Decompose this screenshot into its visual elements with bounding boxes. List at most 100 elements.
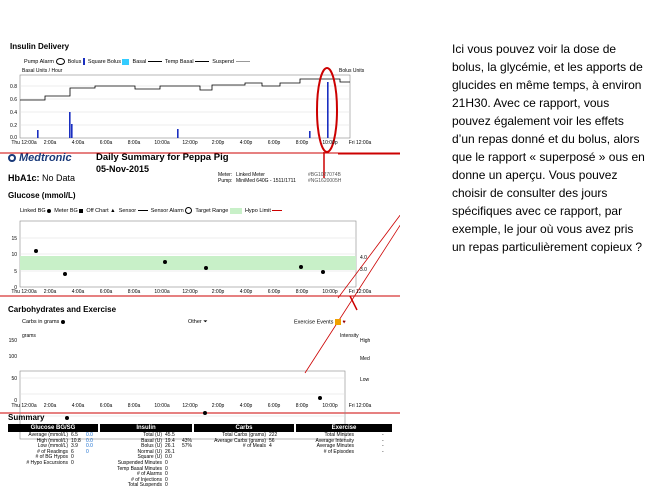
hypo-limit-label: Hypo Limit [244, 207, 271, 214]
annotation-text: Ici vous pouvez voir la dose de bolus, l… [452, 42, 645, 254]
table-row: # Hypo Excursions 0 [8, 459, 93, 467]
x-tick: 2:00a [43, 289, 57, 295]
carbs-grid [20, 377, 345, 417]
x-tick: 10:00p [322, 289, 338, 295]
bolus-bar [71, 124, 73, 138]
x-tick: 2:00p [211, 403, 225, 409]
annotation-arrow [337, 214, 400, 299]
heart-icon: ♥ [342, 319, 346, 326]
x-tick: Fri 12:00a [348, 289, 372, 295]
bolus-bar [327, 82, 329, 138]
x-tick: 10:00p [322, 403, 338, 409]
insulin-summary-header: Insulin [100, 424, 192, 432]
carb-point [318, 396, 322, 400]
x-tick: 12:00p [182, 140, 198, 146]
stat-label: Total Suspends [127, 482, 162, 489]
x-tick: 4:00a [71, 289, 85, 295]
x-tick: 4:00p [239, 403, 253, 409]
x-tick: Fri 12:00a [348, 403, 372, 409]
glucose-summary-header: Glucose BG/SG [8, 424, 98, 432]
medtronic-logo: Medtronic [8, 152, 72, 164]
target-range-label: Target Range [195, 207, 229, 214]
x-tick: 8:00a [127, 289, 141, 295]
y-tick: 15 [11, 236, 17, 242]
carb-point [203, 411, 207, 415]
basal-line [20, 78, 350, 101]
stat-label: # of Meals [242, 443, 266, 450]
carbs-dot-icon [60, 319, 65, 324]
meter-bg-icon [79, 208, 84, 213]
y-tick: 0.2 [10, 123, 17, 129]
x-tick: 6:00a [99, 403, 113, 409]
stat-value [179, 483, 182, 489]
hba1c-value: No Data [42, 173, 76, 183]
right-tick: Low [360, 377, 370, 383]
x-tick: 4:00a [71, 403, 85, 409]
insulin-summary-table: Total (U) 45.5 Basal (U) 19.4 43% Bolus (U)… [100, 432, 192, 489]
bolus-bar [309, 131, 311, 138]
glucose-point [63, 272, 67, 276]
target-range-icon [229, 207, 242, 214]
carbs-legend-exercise: Exercise Events ♥ [294, 319, 346, 325]
x-tick: 6:00a [99, 289, 113, 295]
glucose-title: Glucose (mmol/L) [8, 191, 76, 200]
carbs-title: Carbohydrates and Exercise [8, 305, 117, 314]
stat-value: 0 [71, 459, 74, 466]
carbs-legend-other: Other ⏷ [188, 319, 208, 326]
x-tick: Thu 12:00a [11, 289, 37, 295]
exercise-summary-header: Exercise [296, 424, 392, 432]
carbs-summary-table: Total Carbs (grams) 222 Average Carbs (gr… [194, 432, 277, 450]
x-tick: 8:00p [295, 403, 309, 409]
hypo-limit-line-icon [272, 210, 283, 211]
y-tick: 0.6 [10, 97, 17, 103]
medtronic-logo-icon [8, 154, 16, 163]
off-chart-icon: ▲ [110, 207, 116, 214]
brand-name: Medtronic [19, 152, 72, 164]
glucose-summary-table: Average (mmol/L) 6.5 0.0 High (mmol/L) 10.8… [8, 432, 93, 467]
x-tick: 4:00a [71, 140, 85, 146]
report-title: Daily Summary for Peppa Pig [96, 152, 229, 163]
bolus-bars [37, 82, 329, 138]
y-tick: 10 [11, 252, 17, 258]
stat-value: - [382, 448, 384, 455]
right-tick: 4.0 [360, 255, 367, 261]
hba1c-label: HbA1c: [8, 173, 40, 183]
y-tick: 0.8 [10, 84, 17, 90]
y-tick: 100 [8, 354, 17, 360]
glucose-point [299, 265, 303, 269]
pump-id: #NG1620005H [308, 178, 342, 184]
exercise-events-label: Exercise Events [294, 319, 334, 326]
glucose-legend: Linked BG Meter BG Off Chart ▲ Sensor Se… [20, 207, 283, 214]
report-date: 05-Nov-2015 [96, 164, 150, 174]
bolus-bar [177, 129, 179, 138]
sensor-label: Sensor [118, 207, 137, 214]
table-row: # of Meals 4 [194, 444, 277, 450]
target-range-band [20, 256, 356, 270]
off-chart-label: Off Chart [86, 207, 109, 214]
hba1c: HbA1c: No Data [8, 173, 75, 183]
glucose-point [321, 270, 325, 274]
right-tick: Med [360, 356, 370, 362]
stat-value: 4 [269, 443, 272, 450]
right-tick: 3.0 [360, 267, 367, 273]
x-tick: 2:00a [43, 140, 57, 146]
other-icon: ⏷ [203, 319, 208, 325]
meter-bg-label: Meter BG [54, 207, 78, 214]
x-tick: 10:00p [322, 140, 338, 146]
carbs-in-grams-label: Carbs in grams [22, 319, 60, 325]
x-tick: 6:00p [267, 140, 281, 146]
linked-bg-icon [47, 208, 52, 213]
x-tick: 12:00p [182, 403, 198, 409]
x-tick: 10:00a [154, 289, 170, 295]
stat-value: 0 [165, 482, 168, 489]
carbs-summary-header: Carbs [194, 424, 294, 432]
bolus-bar [37, 130, 39, 138]
x-tick: 10:00a [154, 140, 170, 146]
x-tick: 2:00p [211, 140, 225, 146]
stat-label: # of Episodes [323, 448, 354, 455]
x-tick: 8:00p [295, 289, 309, 295]
x-tick: 8:00p [295, 140, 309, 146]
right-tick: High [360, 338, 371, 344]
x-tick: 4:00p [239, 140, 253, 146]
carb-point [65, 416, 69, 420]
